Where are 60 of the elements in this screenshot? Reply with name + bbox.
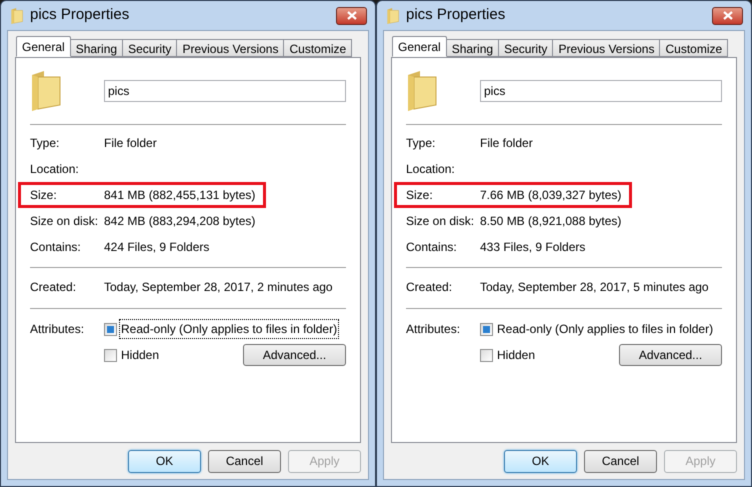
advanced-button[interactable]: Advanced... <box>243 344 346 366</box>
tab[interactable]: Security <box>122 39 178 57</box>
folder-icon <box>30 71 62 111</box>
field-value: 433 Files, 9 Folders <box>480 239 586 256</box>
field-label: Attributes: <box>406 321 462 338</box>
dialog-button[interactable]: OK <box>128 450 201 472</box>
checkbox[interactable] <box>104 322 117 336</box>
field-value: Today, September 28, 2017, 5 minutes ago <box>480 279 709 296</box>
field-label: Created: <box>30 279 78 296</box>
folder-icon <box>10 8 24 24</box>
dialog-button[interactable]: OK <box>504 450 577 472</box>
field-label: Location: <box>406 161 456 178</box>
field-label: Size: <box>406 187 434 204</box>
tab[interactable]: General <box>16 36 71 57</box>
field-label: Type: <box>30 135 60 152</box>
checkbox-label[interactable]: Read-only (Only applies to files in folder) <box>120 320 338 338</box>
checkbox[interactable] <box>480 348 493 362</box>
field-label: Size: <box>30 187 58 204</box>
tab[interactable]: General <box>392 36 447 57</box>
window-title: pics Properties <box>406 5 506 26</box>
tab[interactable]: Sharing <box>70 39 124 57</box>
folder-icon <box>386 8 400 24</box>
checkbox-label[interactable]: Hidden <box>496 346 536 364</box>
close-icon <box>346 11 356 20</box>
field-value: 7.66 MB (8,039,327 bytes) <box>480 187 622 204</box>
checkbox[interactable] <box>480 322 493 336</box>
field-value: 424 Files, 9 Folders <box>104 239 210 256</box>
checkbox-label[interactable]: Read-only (Only applies to files in folder) <box>496 320 714 338</box>
field-value: Today, September 28, 2017, 2 minutes ago <box>104 279 333 296</box>
tab[interactable]: Security <box>498 39 554 57</box>
window-title: pics Properties <box>30 5 130 26</box>
field-value: File folder <box>480 135 533 152</box>
dialog-button[interactable]: Cancel <box>584 450 657 472</box>
field-label: Created: <box>406 279 454 296</box>
name-field[interactable]: pics <box>104 80 346 102</box>
folder-icon <box>406 71 438 111</box>
field-label: Size on disk: <box>406 213 476 230</box>
tab[interactable]: Customize <box>283 39 352 57</box>
field-value: 8.50 MB (8,921,088 bytes) <box>480 213 622 230</box>
checkbox[interactable] <box>104 348 117 362</box>
field-label: Contains: <box>30 239 82 256</box>
field-value: File folder <box>104 135 157 152</box>
close-button[interactable] <box>336 6 367 24</box>
dialog-button[interactable]: Cancel <box>208 450 281 472</box>
field-label: Type: <box>406 135 436 152</box>
checkbox-label[interactable]: Hidden <box>120 346 160 364</box>
field-label: Location: <box>30 161 80 178</box>
field-label: Contains: <box>406 239 458 256</box>
field-label: Size on disk: <box>30 213 100 230</box>
tab[interactable]: Previous Versions <box>176 39 284 57</box>
advanced-button[interactable]: Advanced... <box>619 344 722 366</box>
close-icon <box>722 11 732 20</box>
field-label: Attributes: <box>30 321 86 338</box>
close-button[interactable] <box>712 6 743 24</box>
field-value: 841 MB (882,455,131 bytes) <box>104 187 256 204</box>
tab[interactable]: Previous Versions <box>552 39 660 57</box>
tab[interactable]: Customize <box>659 39 728 57</box>
tab[interactable]: Sharing <box>446 39 500 57</box>
name-field[interactable]: pics <box>480 80 722 102</box>
field-value: 842 MB (883,294,208 bytes) <box>104 213 256 230</box>
